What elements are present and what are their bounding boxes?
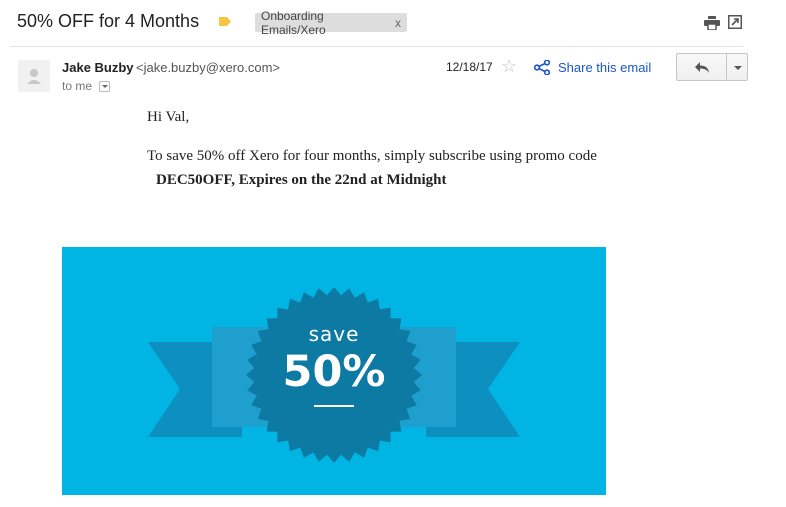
popout-icon[interactable]: [728, 15, 742, 29]
promo-banner-image: save 50%: [62, 247, 606, 495]
email-paragraph: To save 50% off Xero for four months, si…: [147, 148, 597, 164]
email-date: 12/18/17: [446, 60, 493, 74]
sender-name: Jake Buzby: [62, 60, 134, 75]
avatar-icon: [27, 69, 41, 84]
email-subject: 50% OFF for 4 Months: [17, 11, 200, 31]
label-remove-button[interactable]: x: [389, 16, 407, 30]
label-chip-text[interactable]: Onboarding Emails/Xero: [261, 9, 389, 37]
print-icon[interactable]: [704, 16, 720, 30]
label-chip[interactable]: Onboarding Emails/Xero x: [255, 9, 407, 37]
reply-button-group: [676, 53, 748, 81]
recipient-details-dropdown[interactable]: [99, 81, 110, 92]
share-email-link[interactable]: Share this email: [558, 60, 651, 75]
recipient-label: to me: [62, 79, 93, 93]
banner-percent: 50%: [282, 347, 386, 397]
more-options-button[interactable]: [726, 53, 748, 81]
email-greeting: Hi Val,: [147, 109, 190, 125]
banner-save-word: save: [308, 322, 360, 346]
share-icon[interactable]: [534, 60, 550, 75]
subject-divider: [10, 46, 743, 47]
subject-bar: 50% OFF for 4 Months Onboarding Emails/X…: [0, 0, 786, 46]
sender-email: <jake.buzby@xero.com>: [136, 60, 280, 75]
promo-code-text: DEC50OFF, Expires on the 22nd at Midnigh…: [156, 172, 447, 188]
star-icon[interactable]: ☆: [501, 56, 517, 76]
banner-underline: [314, 405, 354, 407]
reply-icon: [695, 62, 709, 73]
label-tag-icon[interactable]: [218, 16, 232, 27]
avatar: [18, 60, 50, 92]
reply-button[interactable]: [676, 53, 726, 81]
